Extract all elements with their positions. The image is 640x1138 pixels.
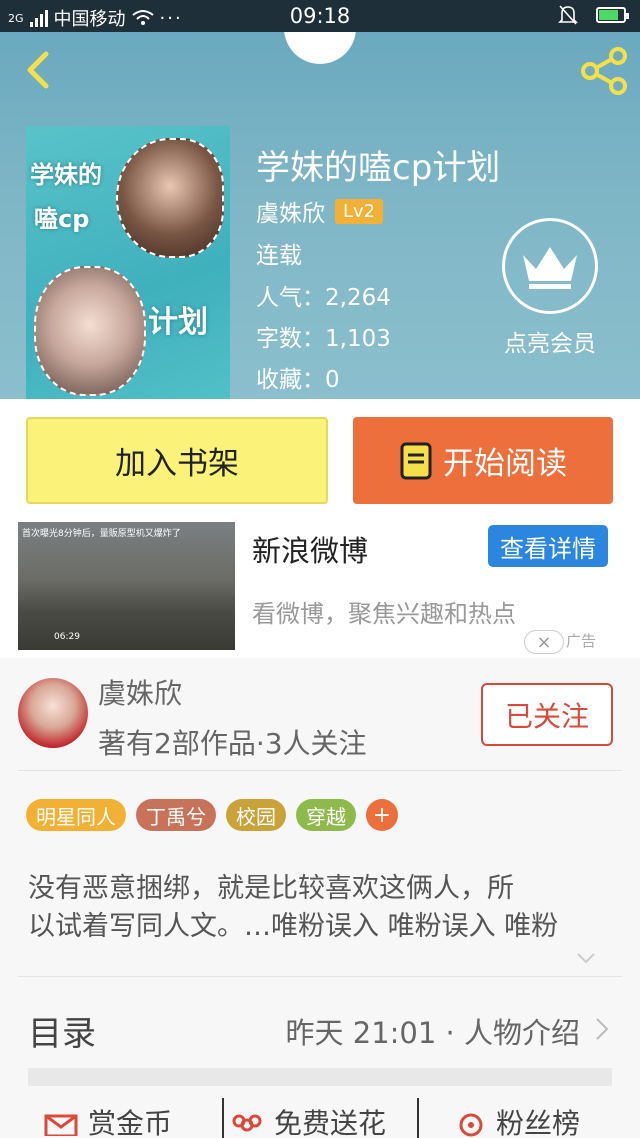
section-spacer xyxy=(28,1068,612,1086)
crown-icon xyxy=(523,247,577,289)
reward-coins-label: 赏金币 xyxy=(88,1107,173,1138)
ad-close-button[interactable]: × xyxy=(524,630,564,654)
ad-video-thumbnail[interactable]: 首次曝光8分钟后，量販原型机又爆炸了 06:29 xyxy=(18,522,235,650)
ad-banner[interactable]: 首次曝光8分钟后，量販原型机又爆炸了 06:29 新浪微博 查看详情 看微博，聚… xyxy=(0,522,640,658)
reward-coins-button[interactable]: 赏金币 xyxy=(44,1102,172,1138)
ad-label: 广告 xyxy=(566,632,597,650)
book-header: 学妹的 嗑cp 计划 学妹的嗑cp计划 虞姝欣 Lv2 连载 人气：2,264 … xyxy=(0,32,640,399)
book-cover[interactable]: 学妹的 嗑cp 计划 xyxy=(26,126,230,399)
book-favorites: 收藏：0 xyxy=(256,367,340,393)
send-flowers-button[interactable]: 免费送花 xyxy=(230,1102,386,1138)
back-arrow-icon[interactable] xyxy=(20,50,60,90)
tag-list: 明星同人 丁禹兮 校园 穿越 + xyxy=(26,799,398,831)
ad-title: 新浪微博 xyxy=(252,534,369,568)
tag-item[interactable]: 明星同人 xyxy=(26,799,126,831)
intro-line-2: 以试着写同人文。…唯粉误入 唯粉误入 唯粉 xyxy=(28,911,559,942)
cover-title-line-3: 计划 xyxy=(148,305,208,340)
book-intro[interactable]: 没有恶意捆绑，就是比较喜欢这俩人，所 以试着写同人文。…唯粉误入 唯粉误入 唯粉 xyxy=(28,870,612,946)
book-word-count: 字数：1,103 xyxy=(256,326,391,352)
start-reading-label: 开始阅读 xyxy=(443,446,567,482)
table-of-contents-row[interactable]: 目录 昨天 21:01 · 人物介绍 xyxy=(28,1000,612,1060)
send-flowers-label: 免费送花 xyxy=(274,1107,387,1138)
bottom-action-bar: 赏金币 免费送花 粉丝榜 xyxy=(28,1098,612,1138)
vip-label: 点亮会员 xyxy=(504,331,596,357)
ad-view-details-button[interactable]: 查看详情 xyxy=(488,525,608,567)
add-to-shelf-button[interactable]: 加入书架 xyxy=(26,417,328,504)
toc-label: 目录 xyxy=(28,1014,96,1054)
chevron-down-icon[interactable] xyxy=(574,946,598,970)
start-reading-button[interactable]: 开始阅读 xyxy=(353,417,613,504)
book-icon xyxy=(400,442,432,479)
divider xyxy=(18,770,622,771)
cover-portrait-bottom xyxy=(34,266,146,396)
following-button[interactable]: 已关注 xyxy=(481,683,613,746)
clock: 09:18 xyxy=(289,4,351,28)
action-bar: 加入书架 开始阅读 xyxy=(0,399,640,522)
ad-video-duration: 06:29 xyxy=(54,632,80,642)
author-name[interactable]: 虞姝欣 xyxy=(98,672,182,712)
envelope-icon xyxy=(44,1114,78,1136)
status-bar: 2G 中国移动 ··· 09:18 xyxy=(0,0,640,32)
divider xyxy=(18,976,622,977)
avatar[interactable] xyxy=(18,678,88,748)
vip-button[interactable]: 点亮会员 xyxy=(498,218,602,358)
fan-ranking-button[interactable]: 粉丝榜 xyxy=(456,1102,580,1138)
divider xyxy=(222,1098,224,1138)
book-popularity: 人气：2,264 xyxy=(256,285,391,311)
book-status: 连载 xyxy=(256,243,302,269)
cover-title-line-1: 学妹的 xyxy=(30,161,102,189)
ad-description: 看微博，聚焦兴趣和热点 xyxy=(252,600,516,628)
mute-bell-icon xyxy=(558,5,578,25)
author-level-badge: Lv2 xyxy=(335,198,384,224)
tag-item[interactable]: 校园 xyxy=(226,799,286,831)
medal-icon xyxy=(459,1113,483,1137)
book-author[interactable]: 虞姝欣 xyxy=(256,194,325,228)
chevron-right-icon xyxy=(596,1018,609,1040)
details-section: 虞姝欣 著有2部作品·3人关注 已关注 明星同人 丁禹兮 校园 穿越 + 没有恶… xyxy=(0,658,640,1138)
intro-line-1: 没有恶意捆绑，就是比较喜欢这俩人，所 xyxy=(28,873,514,904)
author-stats: 著有2部作品·3人关注 xyxy=(98,727,367,760)
more-tags-button[interactable]: + xyxy=(366,799,398,831)
battery-icon xyxy=(596,7,629,23)
book-title: 学妹的嗑cp计划 xyxy=(256,148,501,188)
divider xyxy=(417,1098,419,1138)
toc-latest-update: 昨天 21:01 · 人物介绍 xyxy=(285,1016,580,1050)
cover-portrait-top xyxy=(116,138,224,258)
ad-video-caption: 首次曝光8分钟后，量販原型机又爆炸了 xyxy=(22,529,181,539)
fan-ranking-label: 粉丝榜 xyxy=(496,1107,581,1138)
cover-title-line-2: 嗑cp xyxy=(34,205,90,233)
share-icon[interactable] xyxy=(580,46,630,96)
flower-icon xyxy=(232,1114,262,1132)
pull-refresh-indicator xyxy=(284,32,356,64)
tag-item[interactable]: 丁禹兮 xyxy=(136,799,216,831)
tag-item[interactable]: 穿越 xyxy=(296,799,356,831)
